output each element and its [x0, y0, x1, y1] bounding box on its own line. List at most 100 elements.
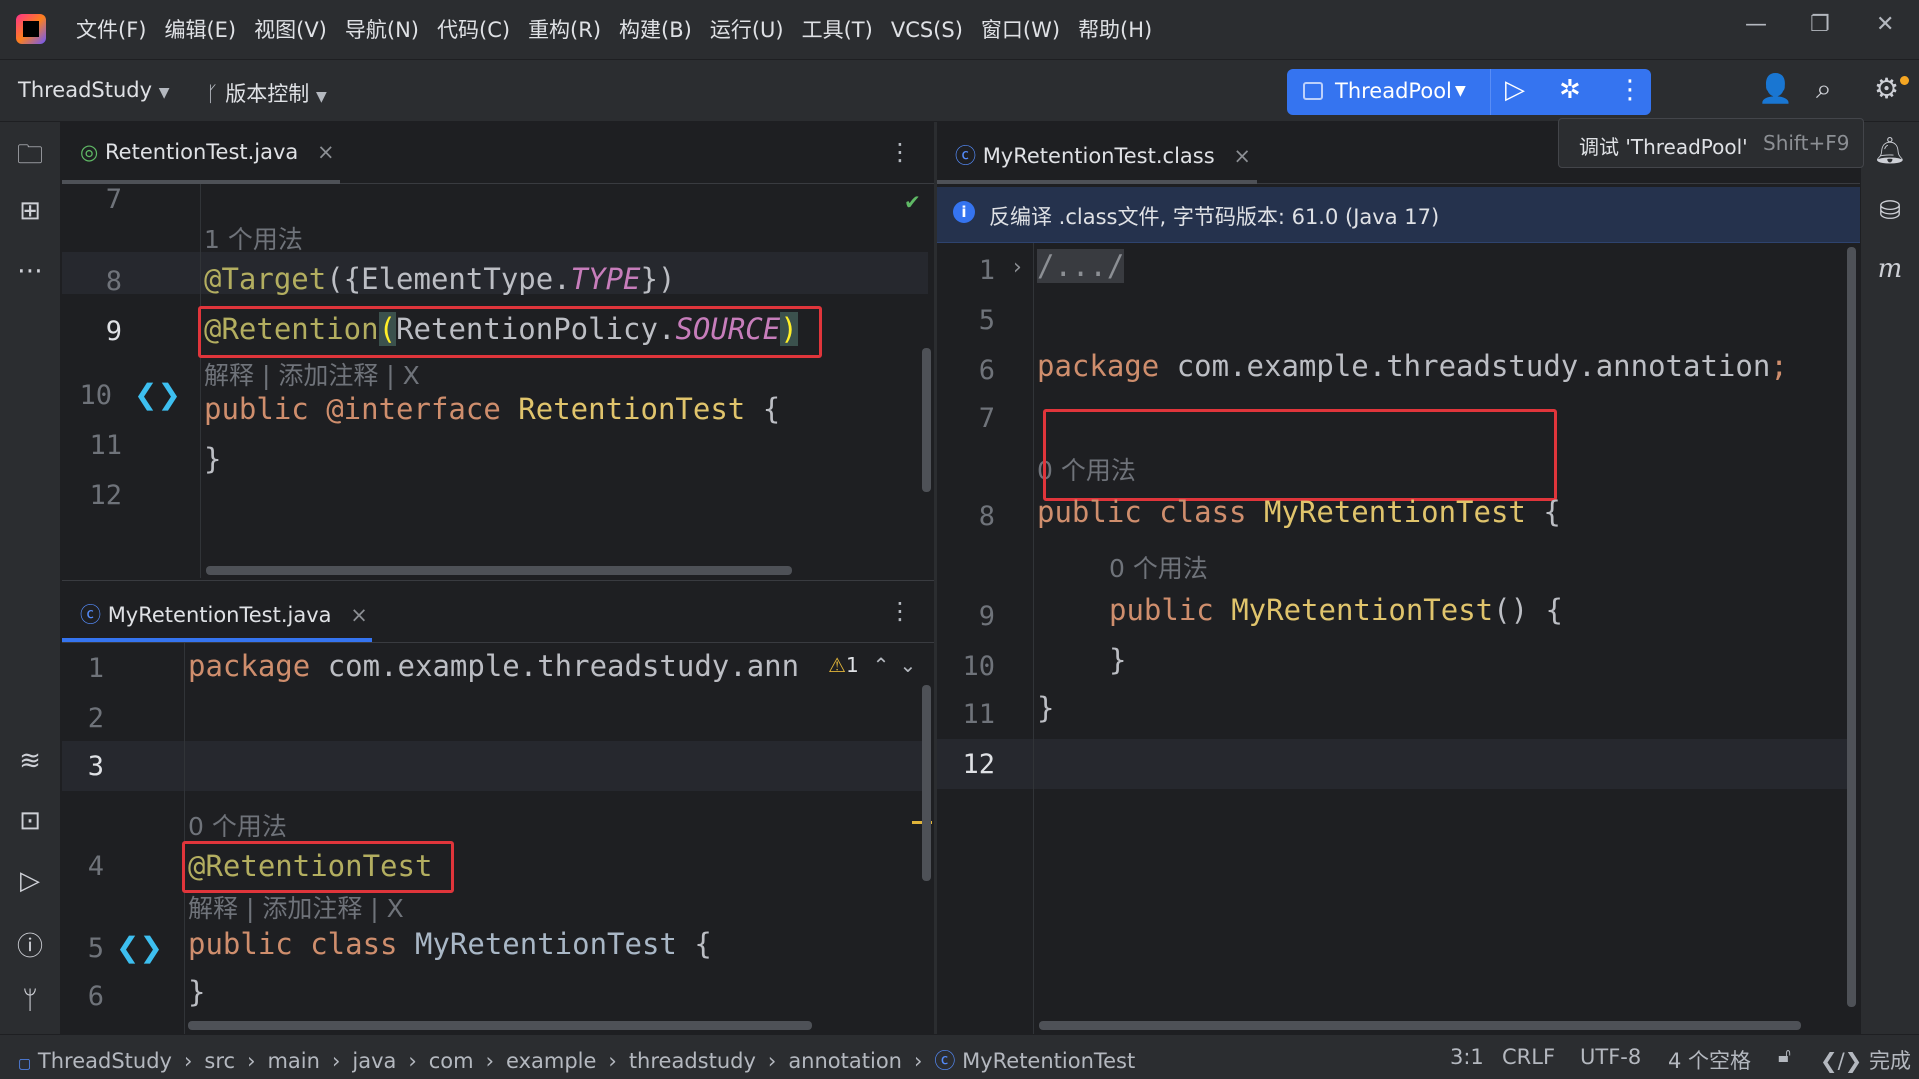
menu-window[interactable]: 窗口(W) — [981, 18, 1060, 42]
chevron-up-icon[interactable]: ⌃ — [873, 653, 890, 677]
usages-hint[interactable]: 0 个用法 — [1109, 549, 1208, 585]
main-menu: 文件(F) 编辑(E) 视图(V) 导航(N) 代码(C) 重构(R) 构建(B) 运行(U)… — [76, 14, 1170, 44]
terminal-icon[interactable]: ⊡ — [10, 806, 50, 836]
menu-navigate[interactable]: 导航(N) — [345, 18, 419, 42]
restore-icon[interactable]: ❐ — [1810, 12, 1830, 37]
crumb-example[interactable]: example — [506, 1049, 596, 1073]
vertical-scrollbar[interactable] — [1847, 247, 1856, 1007]
menu-tools[interactable]: 工具(T) — [802, 18, 873, 42]
database-icon[interactable]: ⛁ — [1870, 196, 1910, 226]
crumb-main[interactable]: main — [267, 1049, 319, 1073]
menu-vcs[interactable]: VCS(S) — [891, 18, 963, 42]
notifications-icon[interactable]: 🔔︎ — [1870, 136, 1910, 166]
crumb-threadstudy[interactable]: threadstudy — [629, 1049, 756, 1073]
crumb-src[interactable]: src — [204, 1049, 235, 1073]
vertical-scrollbar[interactable] — [922, 348, 931, 492]
ai-actions-hint[interactable]: 解释 | 添加注释 | X — [204, 356, 420, 392]
line-number: 9 — [978, 601, 995, 632]
run-config-name: ThreadPool — [1335, 79, 1452, 103]
caret-position[interactable]: 3:1 — [1450, 1045, 1484, 1069]
tab-my-retention-test-class[interactable]: ⓒ MyRetentionTest.class × — [955, 140, 1251, 170]
branch-icon: ᚴ — [206, 82, 219, 106]
editor-my-retention-test-java: ⓒ MyRetentionTest.java × ⋮ 1 2 3 4 5 6 ❮… — [62, 580, 936, 1035]
menu-run[interactable]: 运行(U) — [710, 18, 784, 42]
add-user-icon[interactable]: 👤 — [1758, 72, 1793, 105]
menu-code[interactable]: 代码(C) — [437, 18, 510, 42]
close-tab-icon[interactable]: × — [1233, 144, 1251, 168]
crumb-annotation[interactable]: annotation — [788, 1049, 902, 1073]
crumb-class[interactable]: MyRetentionTest — [962, 1049, 1135, 1073]
debug-icon[interactable]: ✲ — [1559, 75, 1581, 105]
horizontal-scrollbar[interactable] — [206, 566, 792, 575]
indent-setting[interactable]: 4 个空格 — [1668, 1045, 1751, 1075]
minimize-icon[interactable]: — — [1745, 12, 1767, 37]
ai-status[interactable]: ❮/❯ 完成 — [1820, 1045, 1911, 1075]
chevron-down-icon[interactable]: ⌄ — [899, 653, 916, 677]
line-number: 11 — [89, 430, 122, 461]
code-icon: ❮/❯ — [1820, 1049, 1863, 1073]
more-horizontal-icon[interactable]: ⋯ — [10, 256, 50, 286]
run-config-selector[interactable]: ThreadPool ▼ — [1287, 69, 1491, 115]
close-tab-icon[interactable]: × — [350, 603, 368, 627]
menu-build[interactable]: 构建(B) — [619, 18, 692, 42]
folded-imports[interactable]: /.../ — [1037, 249, 1125, 283]
code-line-8: @Target({ElementType.TYPE}) — [204, 262, 676, 296]
chevron-down-icon: ▼ — [315, 89, 327, 105]
banner-text: 反编译 .class文件, 字节码版本: 61.0 (Java 17) — [989, 205, 1440, 229]
file-encoding[interactable]: UTF-8 — [1580, 1045, 1641, 1069]
annotation-file-icon: ◎ — [80, 140, 99, 164]
folder-icon[interactable]: 🗀 — [10, 136, 50, 180]
code-line-6: } — [188, 975, 206, 1009]
line-number: 2 — [87, 703, 104, 734]
horizontal-scrollbar[interactable] — [188, 1021, 812, 1030]
crumb-com[interactable]: com — [429, 1049, 474, 1073]
tooltip-shortcut: Shift+F9 — [1763, 131, 1850, 155]
tooltip-text: 调试 'ThreadPool' — [1579, 135, 1748, 159]
crumb-java[interactable]: java — [352, 1049, 396, 1073]
inspection-widget[interactable]: ⚠1 ⌃ ⌄ — [828, 653, 916, 677]
line-number: 8 — [978, 501, 995, 532]
close-window-icon[interactable]: ✕ — [1876, 12, 1894, 37]
fold-chevron-icon[interactable]: › — [1013, 255, 1022, 280]
editor-retention-test: ◎ RetentionTest.java × ⋮ ✔ 7 8 9 10 11 1… — [62, 122, 936, 578]
vcs-selector[interactable]: ᚴ 版本控制 ▼ — [206, 78, 327, 108]
menu-refactor[interactable]: 重构(R) — [528, 18, 601, 42]
line-separator[interactable]: CRLF — [1502, 1045, 1555, 1069]
gear-icon[interactable]: ⚙ — [1874, 72, 1899, 105]
maven-icon[interactable]: m — [1870, 254, 1910, 284]
project-name: ThreadStudy — [18, 78, 153, 102]
horizontal-scrollbar[interactable] — [1039, 1021, 1801, 1030]
menu-help[interactable]: 帮助(H) — [1078, 18, 1152, 42]
project-selector[interactable]: ThreadStudy ▼ — [18, 78, 170, 102]
line-number: 7 — [978, 403, 995, 434]
vertical-scrollbar[interactable] — [922, 685, 931, 881]
structure-icon[interactable]: ⊞ — [10, 196, 50, 226]
menu-edit[interactable]: 编辑(E) — [164, 18, 236, 42]
line-number: 5 — [978, 305, 995, 336]
usages-hint[interactable]: 1 个用法 — [204, 220, 303, 256]
line-number: 4 — [87, 851, 104, 882]
tab-retention-test[interactable]: ◎ RetentionTest.java × — [80, 140, 335, 164]
crumb-project[interactable]: ThreadStudy — [38, 1049, 172, 1073]
menu-view[interactable]: 视图(V) — [254, 18, 327, 42]
right-tool-strip: 🔔︎ ⛁ m — [1860, 122, 1919, 1034]
implementation-gutter-icon[interactable]: ❮❯ — [134, 378, 181, 411]
more-vertical-icon[interactable]: ⋮ — [1617, 75, 1643, 105]
lock-icon[interactable]: 🔓︎ — [1778, 1043, 1791, 1067]
usages-hint[interactable]: 0 个用法 — [188, 807, 287, 843]
line-number: 12 — [962, 749, 995, 780]
more-vertical-icon[interactable]: ⋮ — [888, 597, 912, 625]
close-tab-icon[interactable]: × — [317, 140, 335, 164]
run-icon[interactable]: ▷ — [1505, 75, 1525, 105]
app-logo-icon — [16, 14, 46, 44]
highlight-box — [182, 841, 454, 893]
decompiler-banner: i 反编译 .class文件, 字节码版本: 61.0 (Java 17) — [937, 187, 1860, 243]
implementation-gutter-icon[interactable]: ❮❯ — [116, 931, 163, 964]
line-number: 12 — [89, 480, 122, 511]
search-icon[interactable]: ⌕ — [1816, 72, 1832, 106]
more-vertical-icon[interactable]: ⋮ — [888, 138, 912, 166]
ai-actions-hint[interactable]: 解释 | 添加注释 | X — [188, 889, 404, 925]
menu-file[interactable]: 文件(F) — [76, 18, 146, 42]
chevron-down-icon: ▼ — [158, 85, 170, 101]
tab-my-retention-test-java[interactable]: ⓒ MyRetentionTest.java × — [80, 599, 368, 629]
